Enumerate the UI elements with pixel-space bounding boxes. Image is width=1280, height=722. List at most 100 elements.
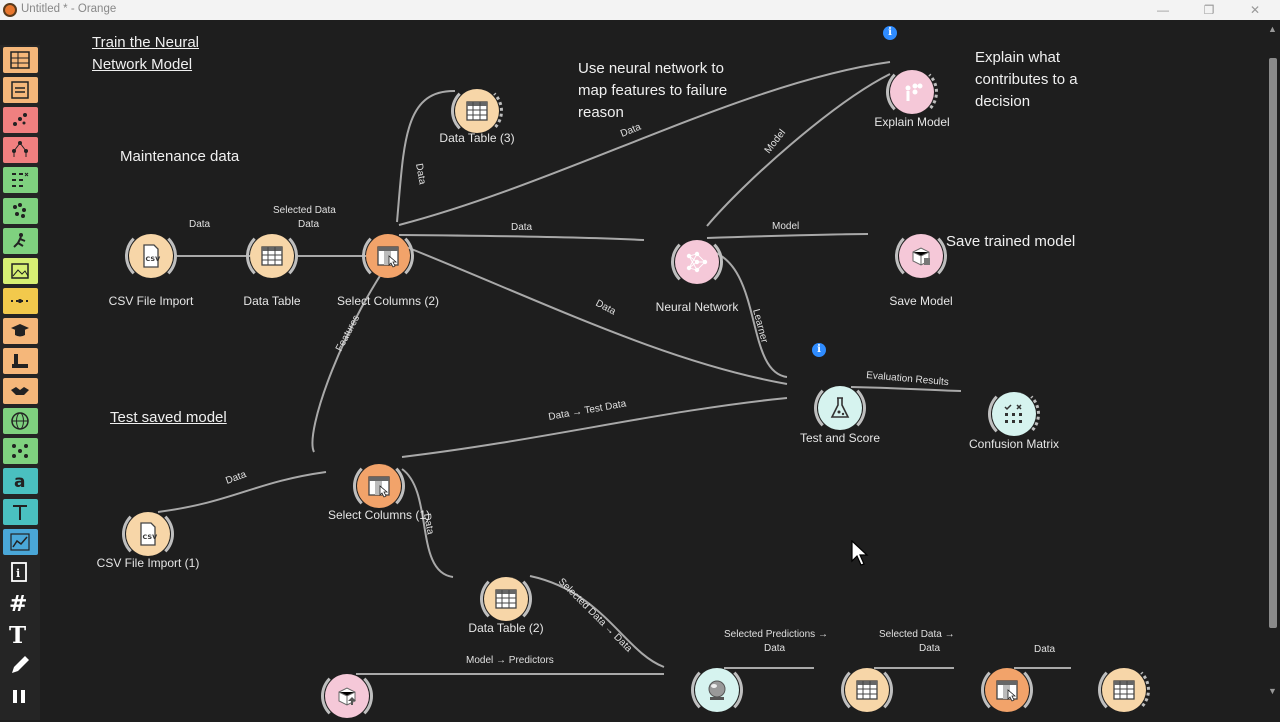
scrollbar-thumb[interactable] [1269,58,1277,628]
node-label-test-score[interactable]: Test and Score [800,431,880,445]
node-label-neural-network[interactable]: Neural Network [656,300,739,314]
toolbox-category-scatter[interactable] [3,107,38,134]
globe-icon [11,412,29,430]
node-label-select-cols-2[interactable]: Select Columns (2) [337,294,439,308]
note-maintenance[interactable]: Maintenance data [120,146,239,168]
node-neural-network[interactable] [671,236,723,288]
link-label-select-table: Data [1034,644,1056,655]
link-label-sel-features: Features [334,313,362,353]
workflow-canvas[interactable]: Data Selected Data Data Data Data Data Model Mo… [44,22,1266,722]
toolbox-category-text-a[interactable]: a [3,468,38,495]
cluster-icon [13,202,26,218]
toolbox-category-tree[interactable] [3,137,38,164]
link-label-sel-test: Data [594,298,618,318]
link-label-nn-explain: Model [763,128,788,156]
toolbox-category-survival[interactable] [3,227,38,254]
explain-icon [905,83,923,101]
toolbox-category-pipette[interactable] [3,348,38,374]
orange-logo-icon [3,3,17,17]
link-nn-save[interactable] [706,233,869,239]
node-label-data-table[interactable]: Data Table [243,294,300,308]
node-select-cols-2[interactable] [362,230,414,282]
note-train[interactable]: Train the Neural Network Model [92,32,232,76]
toolbox-category-globe[interactable] [3,408,38,435]
node-table-b[interactable] [841,664,893,716]
node-load-model[interactable] [321,670,373,722]
select-columns-icon [996,680,1018,702]
hash-tool-button[interactable]: # [8,592,36,617]
vertical-scrollbar[interactable]: ▲ ▼ [1266,22,1280,720]
csv-icon: CSV [143,244,160,268]
node-data-table[interactable] [246,230,298,282]
data-table-icon [10,51,30,69]
toolbox-category-network[interactable] [3,438,38,465]
link-sel-test[interactable] [398,243,788,385]
note-test-saved[interactable]: Test saved model [110,407,227,429]
node-label-save-model[interactable]: Save Model [889,294,952,308]
link-nn-explain[interactable] [706,73,891,227]
note-save-trained[interactable]: Save trained model [946,231,1075,253]
link-label-sel-nn: Data [511,222,533,233]
node-label-csv[interactable]: CSV File Import [109,294,194,308]
toolbox-category-education[interactable] [3,317,38,344]
node-data-table-3[interactable] [451,85,503,137]
note-use-nn[interactable]: Use neural network to map features to fa… [578,58,728,124]
node-test-score[interactable] [814,382,866,434]
node-label-confusion[interactable]: Confusion Matrix [969,437,1059,451]
select-columns-icon [368,476,390,498]
restore-button[interactable]: ❐ [1194,1,1224,19]
node-csv[interactable]: CSV [125,230,177,282]
scroll-up-icon[interactable]: ▲ [1268,24,1277,34]
transform-icon [11,81,29,99]
node-save-model[interactable] [895,230,947,282]
node-data-table-2[interactable] [480,573,532,625]
toolbox-category-handshake[interactable] [3,378,38,405]
svg-text:T: T [9,623,26,647]
info-badge-explain[interactable]: i [883,26,897,40]
toolbox-category-chart[interactable] [3,528,38,555]
close-button[interactable]: ✕ [1240,1,1270,19]
node-confusion[interactable] [988,388,1040,440]
text-annotation-tool-button[interactable]: T [8,622,36,649]
node-csv-1[interactable]: CSV [122,508,174,560]
toolbox-category-transform[interactable] [3,77,38,104]
link-sel-dt3[interactable] [396,89,456,223]
pause-tool-button[interactable] [8,685,36,709]
window-title: Untitled * - Orange [21,3,117,15]
toolbox-category-image[interactable] [3,257,38,284]
node-label-explain-model[interactable]: Explain Model [874,115,949,129]
table-icon [466,101,488,121]
toolbox-category-text-mining[interactable] [3,498,38,525]
matrix-icon [12,173,29,188]
pencil-tool-button[interactable] [8,654,36,678]
toolbox-category-timeline[interactable] [3,287,38,314]
table-icon [1113,680,1135,700]
node-label-csv-1[interactable]: CSV File Import (1) [97,556,200,570]
node-select-cols-1[interactable] [353,460,405,512]
node-explain-model[interactable] [886,66,938,118]
note-explain[interactable]: Explain what contributes to a decision [975,47,1105,113]
network-icon [12,444,28,459]
image-icon [11,262,29,279]
predictions-icon [708,680,726,700]
survival-icon [13,232,26,248]
link-sel-nn[interactable] [398,234,645,241]
toolbox-category-data-table[interactable] [3,47,38,73]
info-badge-test[interactable]: i [812,343,826,357]
node-predictions[interactable] [691,664,743,716]
scroll-down-icon[interactable]: ▼ [1268,686,1277,696]
link-label-sel-explain: Data [619,122,643,140]
tree-icon [12,141,28,158]
node-label-select-cols-1[interactable]: Select Columns (1) [328,508,430,522]
table-icon [495,589,517,609]
node-table-c[interactable] [1098,664,1150,716]
scatter-icon [13,113,27,127]
info-doc-tool-button[interactable]: i [8,561,36,585]
link-label-csv-dt: Data [189,219,211,230]
toolbox-category-cluster[interactable] [3,197,38,224]
node-select-b[interactable] [981,664,1033,716]
node-label-data-table-3[interactable]: Data Table (3) [439,131,514,145]
minimize-button[interactable]: — [1148,1,1178,19]
node-label-data-table-2[interactable]: Data Table (2) [468,621,543,635]
toolbox-category-matrix[interactable] [3,167,38,194]
